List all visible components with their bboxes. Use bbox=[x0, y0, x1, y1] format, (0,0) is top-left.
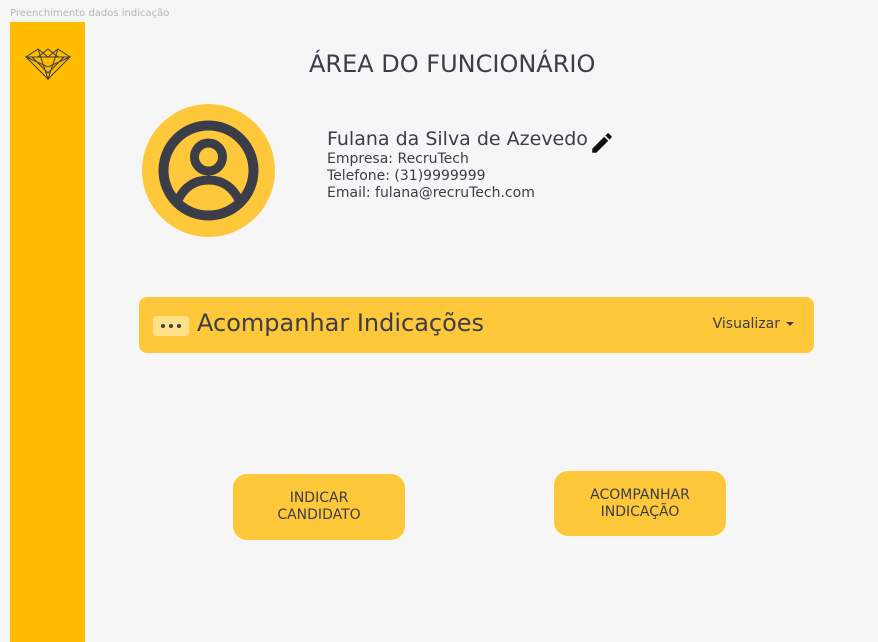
user-circle-icon bbox=[142, 104, 275, 237]
more-dots-icon[interactable] bbox=[153, 316, 189, 336]
pencil-icon[interactable] bbox=[589, 130, 615, 156]
view-label: Visualizar bbox=[712, 316, 780, 332]
follow-referral-button[interactable]: ACOMPANHAR INDICAÇÃO bbox=[554, 471, 726, 536]
indicate-candidate-button[interactable]: INDICAR CANDIDATO bbox=[233, 474, 405, 540]
caret-down-icon bbox=[786, 322, 794, 326]
phone-text: Telefone: (31)9999999 bbox=[327, 168, 486, 184]
indicate-button-line2: CANDIDATO bbox=[277, 507, 361, 523]
email-text: Email: fulana@recruTech.com bbox=[327, 185, 535, 201]
follow-button-line2: INDICAÇÃO bbox=[600, 503, 680, 520]
triangle-logo-icon[interactable] bbox=[24, 47, 72, 81]
follow-button-line1: ACOMPANHAR bbox=[590, 486, 690, 503]
follow-referrals-panel[interactable]: Acompanhar Indicações Visualizar bbox=[139, 297, 814, 353]
sidebar bbox=[10, 22, 85, 642]
page-title: ÁREA DO FUNCIONÁRIO bbox=[309, 50, 596, 78]
panel-title: Acompanhar Indicações bbox=[197, 309, 485, 337]
user-name: Fulana da Silva de Azevedo bbox=[327, 128, 588, 150]
view-dropdown[interactable]: Visualizar bbox=[713, 316, 794, 332]
indicate-button-line1: INDICAR bbox=[289, 490, 349, 506]
company-text: Empresa: RecruTech bbox=[327, 151, 469, 167]
frame-label: Preenchimento dados indicação bbox=[10, 8, 170, 19]
